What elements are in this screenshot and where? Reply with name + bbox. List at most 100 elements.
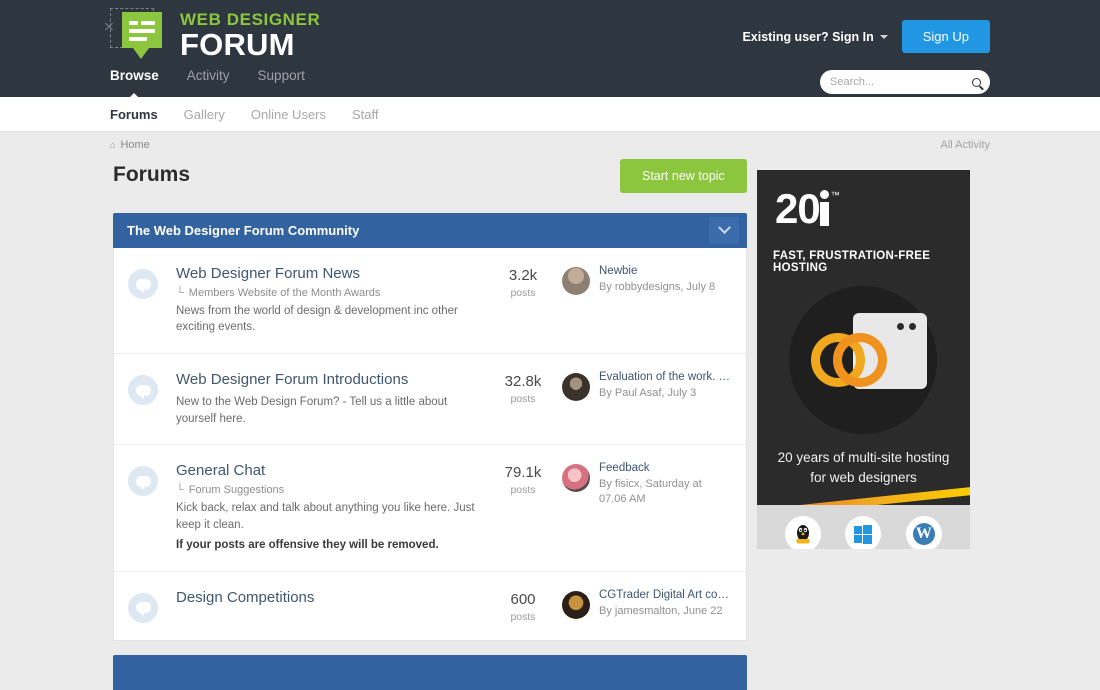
avatar[interactable]	[562, 464, 590, 493]
ad-logo: 20 ™	[775, 188, 840, 230]
breadcrumb-home-label[interactable]: Home	[120, 139, 149, 151]
last-post-cell: Newbie By robbydesigns, July 8	[562, 265, 732, 295]
avatar[interactable]	[562, 267, 590, 295]
site-logo[interactable]: WEB DESIGNER FORUM	[105, 6, 320, 62]
forum-speech-bubble-icon	[128, 269, 158, 299]
windows-icon	[845, 516, 882, 549]
last-post-title[interactable]: CGTrader Digital Art comp...	[599, 589, 732, 601]
subforum-row[interactable]: └ Forum Suggestions	[176, 484, 484, 496]
table-row[interactable]: Design Competitions 600 posts CGTrader D…	[114, 572, 746, 640]
forum-info: Web Designer Forum Introductions New to …	[176, 371, 492, 427]
post-count-cell: 79.1k posts	[492, 464, 554, 496]
subforum-row[interactable]: └ Members Website of the Month Awards	[176, 287, 484, 299]
avatar[interactable]	[562, 590, 590, 619]
last-post-cell: CGTrader Digital Art comp... By jamesmal…	[562, 589, 732, 619]
category-header[interactable]: The Web Designer Forum Community	[113, 213, 747, 248]
last-post-title[interactable]: Feedback	[599, 462, 732, 474]
subforum-link[interactable]: Forum Suggestions	[189, 484, 284, 496]
breadcrumb-row: ⌂ Home All Activity	[0, 132, 1100, 159]
last-post-meta: By Paul Asaf, July 3	[599, 387, 697, 400]
nav-item-browse[interactable]: Browse	[110, 68, 159, 99]
subnav-item-forums[interactable]: Forums	[110, 107, 158, 122]
sign-in-menu[interactable]: Existing user? Sign In	[742, 29, 888, 44]
advertisement-panel[interactable]: 20 ™ FAST, FRUSTRATION-FREE HOSTING 20 y…	[757, 170, 970, 549]
chevron-down-icon	[879, 34, 888, 39]
subnav-item-online-users[interactable]: Online Users	[251, 107, 326, 122]
ad-copy: 20 years of multi-site hosting for web d…	[767, 448, 960, 487]
breadcrumb[interactable]: ⌂ Home	[110, 139, 150, 151]
ad-infinity-icon	[811, 333, 887, 387]
forum-description: News from the world of design & developm…	[176, 304, 458, 334]
nav-item-support[interactable]: Support	[258, 68, 305, 99]
logo-bar-3	[129, 29, 155, 33]
logo-mark-icon	[105, 6, 170, 62]
table-row[interactable]: General Chat └ Forum Suggestions Kick ba…	[114, 445, 746, 572]
auth-area: Existing user? Sign In Sign Up	[742, 20, 990, 53]
post-count-value: 79.1k	[504, 464, 542, 482]
brand-text: WEB DESIGNER FORUM	[180, 8, 320, 60]
category-collapse-toggle[interactable]	[709, 217, 739, 244]
post-count-cell: 3.2k posts	[492, 267, 554, 299]
search-box[interactable]	[820, 70, 990, 94]
forum-speech-bubble-icon	[128, 466, 158, 497]
post-count-cell: 32.8k posts	[492, 373, 554, 405]
ad-tagline: FAST, FRUSTRATION-FREE HOSTING	[773, 250, 931, 274]
post-count-label: posts	[510, 287, 536, 299]
forum-info: Web Designer Forum News └ Members Websit…	[176, 265, 492, 336]
ad-copy-line-2: for web designers	[810, 469, 917, 485]
start-new-topic-button[interactable]: Start new topic	[620, 159, 747, 193]
search-input[interactable]	[830, 76, 972, 88]
forum-info: General Chat └ Forum Suggestions Kick ba…	[176, 462, 492, 554]
brand-line-1: WEB DESIGNER	[180, 10, 321, 29]
last-post-meta: By robbydesigns, July 8	[599, 281, 716, 293]
forum-description: Kick back, relax and talk about anything…	[176, 501, 475, 531]
subnav-item-staff[interactable]: Staff	[352, 107, 379, 122]
site-header: WEB DESIGNER FORUM Existing user? Sign I…	[0, 0, 1100, 99]
logo-bar-1	[129, 21, 138, 25]
search-icon[interactable]	[972, 77, 981, 87]
post-count-label: posts	[510, 610, 536, 623]
chevron-down-icon	[717, 221, 731, 235]
category-body: Web Designer Forum News └ Members Websit…	[113, 248, 747, 641]
last-post-meta: By jamesmalton, June 22	[599, 604, 723, 617]
home-icon: ⌂	[110, 140, 116, 150]
avatar[interactable]	[562, 373, 590, 402]
ad-logo-number: 20	[775, 185, 821, 232]
last-post-cell: Evaluation of the work. HT... By Paul As…	[562, 371, 732, 402]
category-header-next[interactable]	[113, 654, 747, 690]
last-post-title[interactable]: Evaluation of the work. HT...	[599, 371, 732, 383]
last-post-title[interactable]: Newbie	[599, 265, 732, 277]
page-title: Forums	[113, 163, 191, 186]
ad-copy-line-1: 20 years of multi-site hosting	[777, 450, 950, 465]
linux-icon	[785, 516, 822, 549]
secondary-nav: Forums Gallery Online Users Staff	[0, 97, 1100, 132]
logo-bar-2	[141, 21, 155, 25]
forum-title-link[interactable]: General Chat	[176, 462, 484, 481]
forum-title-link[interactable]: Design Competitions	[176, 589, 484, 608]
ad-platform-bar: W	[757, 505, 970, 549]
post-count-cell: 600 posts	[492, 591, 554, 623]
forum-title-link[interactable]: Web Designer Forum Introductions	[176, 371, 484, 390]
wordpress-icon: W	[905, 516, 942, 549]
forum-description-bold: If your posts are offensive they will be…	[176, 539, 439, 552]
post-count-label: posts	[510, 484, 536, 497]
forum-info: Design Competitions	[176, 589, 492, 608]
forum-speech-bubble-icon	[128, 592, 158, 623]
forum-title-link[interactable]: Web Designer Forum News	[176, 265, 484, 284]
subforum-arrow-icon: └	[176, 483, 184, 496]
subnav-item-gallery[interactable]: Gallery	[184, 107, 225, 122]
table-row[interactable]: Web Designer Forum Introductions New to …	[114, 354, 746, 446]
category-title: The Web Designer Forum Community	[127, 223, 360, 238]
nav-item-activity[interactable]: Activity	[187, 68, 230, 99]
subforum-link[interactable]: Members Website of the Month Awards	[189, 287, 381, 299]
table-row[interactable]: Web Designer Forum News └ Members Websit…	[114, 248, 746, 355]
primary-nav: Browse Activity Support	[110, 68, 305, 99]
trademark-icon: ™	[830, 190, 840, 200]
post-count-value: 3.2k	[508, 267, 538, 284]
brand-line-2: FORUM	[180, 27, 295, 62]
sign-up-button[interactable]: Sign Up	[901, 20, 990, 53]
ad-logo-letter-i	[819, 188, 831, 230]
last-post-cell: Feedback By fisicx, Saturday at 07.06 AM	[562, 462, 732, 507]
sign-in-label: Existing user? Sign In	[742, 29, 874, 44]
all-activity-link[interactable]: All Activity	[940, 139, 990, 151]
